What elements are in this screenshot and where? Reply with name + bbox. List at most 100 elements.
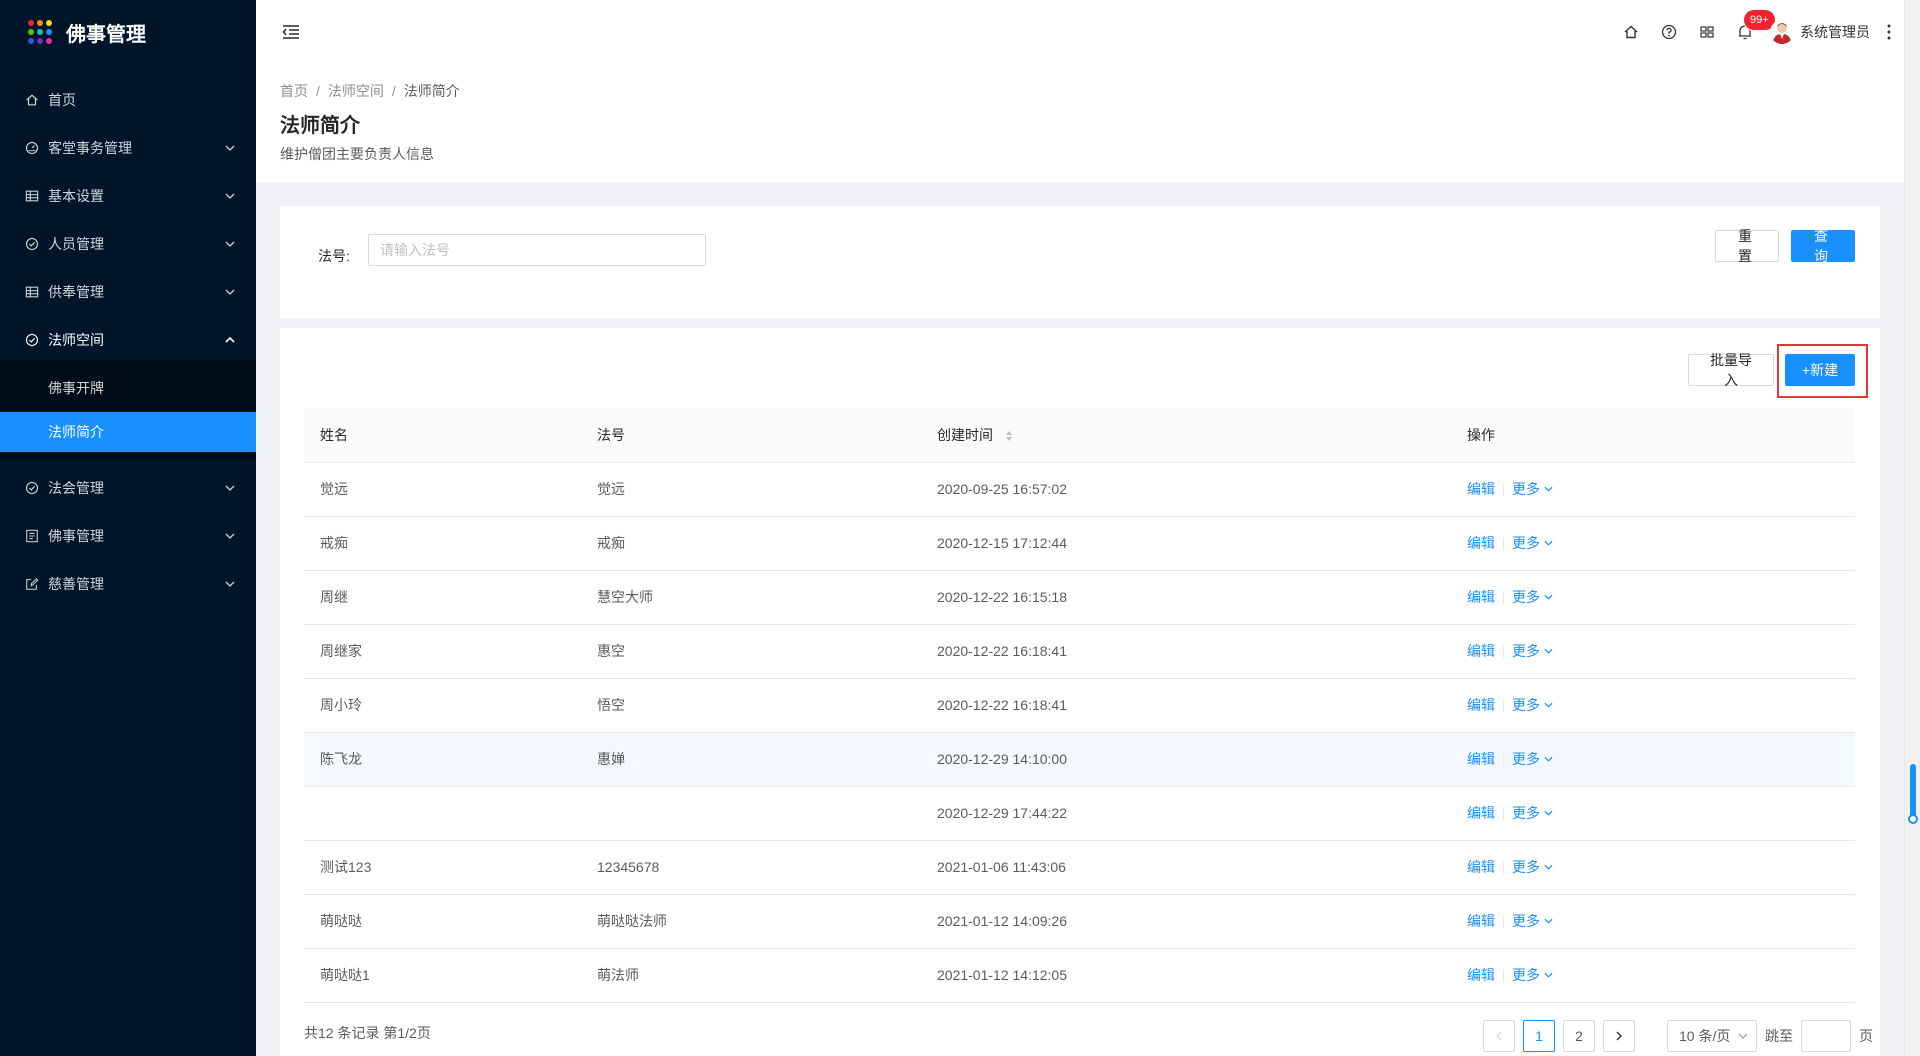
next-page-button[interactable]: [1603, 1020, 1635, 1052]
cell-name: 觉远: [304, 462, 581, 517]
jump-page-input[interactable]: [1801, 1020, 1851, 1052]
table-header-row: 姓名 法号 创建时间 操作: [304, 408, 1855, 463]
apps-icon[interactable]: [1688, 0, 1726, 64]
check-circle-icon: [24, 236, 40, 252]
more-dropdown[interactable]: 更多: [1512, 641, 1553, 661]
cell-created: 2020-12-29 14:10:00: [921, 732, 1451, 787]
table-row: 测试123 12345678 2021-01-06 11:43:06 编辑 更多: [304, 840, 1855, 895]
cell-dharma: 惠空: [581, 624, 921, 679]
table-row: 戒痴 戒痴 2020-12-15 17:12:44 编辑 更多: [304, 516, 1855, 571]
table-row: 周小玲 悟空 2020-12-22 16:18:41 编辑 更多: [304, 678, 1855, 733]
more-dropdown[interactable]: 更多: [1512, 749, 1553, 769]
chevron-down-icon: [1544, 918, 1553, 924]
search-panel: 法号: 重置 查询: [280, 206, 1880, 318]
sidebar-item-7[interactable]: 佛事管理: [0, 516, 256, 556]
prev-page-button[interactable]: [1483, 1020, 1515, 1052]
table-row: 萌哒哒1 萌法师 2021-01-12 14:12:05 编辑 更多: [304, 948, 1855, 1003]
sidebar-item-1[interactable]: 客堂事务管理: [0, 128, 256, 168]
table-row: 陈飞龙 惠婵 2020-12-29 14:10:00 编辑 更多: [304, 732, 1855, 787]
more-label: 更多: [1512, 589, 1540, 605]
sidebar-item-4[interactable]: 供奉管理: [0, 272, 256, 312]
sidebar-item-label: 佛事管理: [48, 528, 104, 544]
cell-name: 萌哒哒1: [304, 948, 581, 1003]
sort-icon[interactable]: [1005, 430, 1013, 442]
cell-dharma: 悟空: [581, 678, 921, 733]
new-button[interactable]: +新建: [1785, 354, 1855, 386]
query-button[interactable]: 查询: [1791, 228, 1855, 264]
table-row: 萌哒哒 萌哒哒法师 2021-01-12 14:09:26 编辑 更多: [304, 894, 1855, 949]
menu-fold-icon[interactable]: [280, 21, 302, 43]
sidebar-item-8[interactable]: 慈善管理: [0, 564, 256, 604]
more-dropdown[interactable]: 更多: [1512, 587, 1553, 607]
batch-import-button[interactable]: 批量导入: [1688, 352, 1774, 388]
page-unit-label: 页: [1859, 1028, 1873, 1044]
cell-actions: 编辑 更多: [1451, 786, 1855, 841]
chevron-down-icon: [1544, 702, 1553, 708]
scroll-thumb[interactable]: [1908, 764, 1918, 824]
sidebar-subitem-0[interactable]: 佛事开牌: [0, 368, 256, 408]
edit-link[interactable]: 编辑: [1467, 859, 1495, 875]
sidebar-item-0[interactable]: 首页: [0, 80, 256, 120]
reset-button[interactable]: 重置: [1715, 228, 1779, 264]
edit-link[interactable]: 编辑: [1467, 913, 1495, 929]
sidebar-item-3[interactable]: 人员管理: [0, 224, 256, 264]
column-header-created[interactable]: 创建时间: [921, 408, 1451, 463]
edit-link[interactable]: 编辑: [1467, 967, 1495, 983]
more-dropdown[interactable]: 更多: [1512, 965, 1553, 985]
edit-link[interactable]: 编辑: [1467, 535, 1495, 551]
page-header: 首页 / 法师空间 / 法师简介 法师简介 维护僧团主要负责人信息: [256, 64, 1904, 182]
sidebar-item-2[interactable]: 基本设置: [0, 176, 256, 216]
page-2-button[interactable]: 2: [1563, 1020, 1595, 1052]
divider: [1503, 862, 1504, 875]
page-size-select[interactable]: 10 条/页: [1667, 1020, 1757, 1052]
chevron-up-icon: [224, 334, 236, 346]
bell-icon[interactable]: 99+: [1726, 0, 1775, 64]
breadcrumb-current: 法师简介: [403, 83, 460, 99]
more-dropdown[interactable]: 更多: [1512, 857, 1553, 877]
more-dropdown[interactable]: 更多: [1512, 911, 1553, 931]
cell-name: 周继: [304, 570, 581, 625]
edit-link[interactable]: 编辑: [1467, 751, 1495, 767]
more-dropdown[interactable]: 更多: [1512, 803, 1553, 823]
cell-actions: 编辑 更多: [1451, 516, 1855, 571]
cell-actions: 编辑 更多: [1451, 948, 1855, 1003]
sidebar-item-6[interactable]: 法会管理: [0, 468, 256, 508]
cell-dharma: 惠婵: [581, 732, 921, 787]
sidebar-item-label: 法师空间: [48, 332, 104, 348]
sidebar-item-label: 客堂事务管理: [48, 140, 132, 156]
sidebar-subitem-1[interactable]: 法师简介: [0, 412, 256, 452]
help-icon[interactable]: [1650, 0, 1688, 64]
breadcrumb-home[interactable]: 首页: [280, 81, 308, 101]
cell-dharma: 12345678: [581, 840, 921, 895]
more-dropdown[interactable]: 更多: [1512, 479, 1553, 499]
table-row: 觉远 觉远 2020-09-25 16:57:02 编辑 更多: [304, 462, 1855, 517]
more-dropdown[interactable]: 更多: [1512, 533, 1553, 553]
edit-link[interactable]: 编辑: [1467, 481, 1495, 497]
more-label: 更多: [1512, 481, 1540, 497]
more-label: 更多: [1512, 697, 1540, 713]
pagination-summary: 共12 条记录 第1/2页: [304, 1025, 431, 1041]
logo[interactable]: 佛事管理: [0, 0, 256, 64]
user-menu[interactable]: 系统管理员: [1770, 20, 1870, 44]
page-1-button[interactable]: 1: [1523, 1020, 1555, 1052]
edit-link[interactable]: 编辑: [1467, 805, 1495, 821]
edit-link[interactable]: 编辑: [1467, 589, 1495, 605]
divider: [1503, 592, 1504, 605]
dharma-name-input[interactable]: [368, 234, 706, 266]
more-dropdown[interactable]: 更多: [1512, 695, 1553, 715]
cell-created: 2020-12-29 17:44:22: [921, 786, 1451, 841]
page-size-value: 10 条/页: [1679, 1028, 1731, 1044]
cell-created: 2020-09-25 16:57:02: [921, 462, 1451, 517]
sidebar-item-5[interactable]: 法师空间: [0, 320, 256, 360]
chevron-down-icon: [224, 190, 236, 202]
breadcrumb-master-space[interactable]: 法师空间: [328, 81, 384, 101]
app-title: 佛事管理: [66, 23, 146, 46]
sidebar-item-label: 慈善管理: [48, 576, 104, 592]
vertical-scrollbar[interactable]: [1904, 0, 1920, 1056]
home-icon[interactable]: [1612, 0, 1650, 64]
edit-link[interactable]: 编辑: [1467, 643, 1495, 659]
cell-actions: 编辑 更多: [1451, 624, 1855, 679]
cell-actions: 编辑 更多: [1451, 840, 1855, 895]
edit-link[interactable]: 编辑: [1467, 697, 1495, 713]
more-vertical-icon[interactable]: [1878, 0, 1900, 64]
